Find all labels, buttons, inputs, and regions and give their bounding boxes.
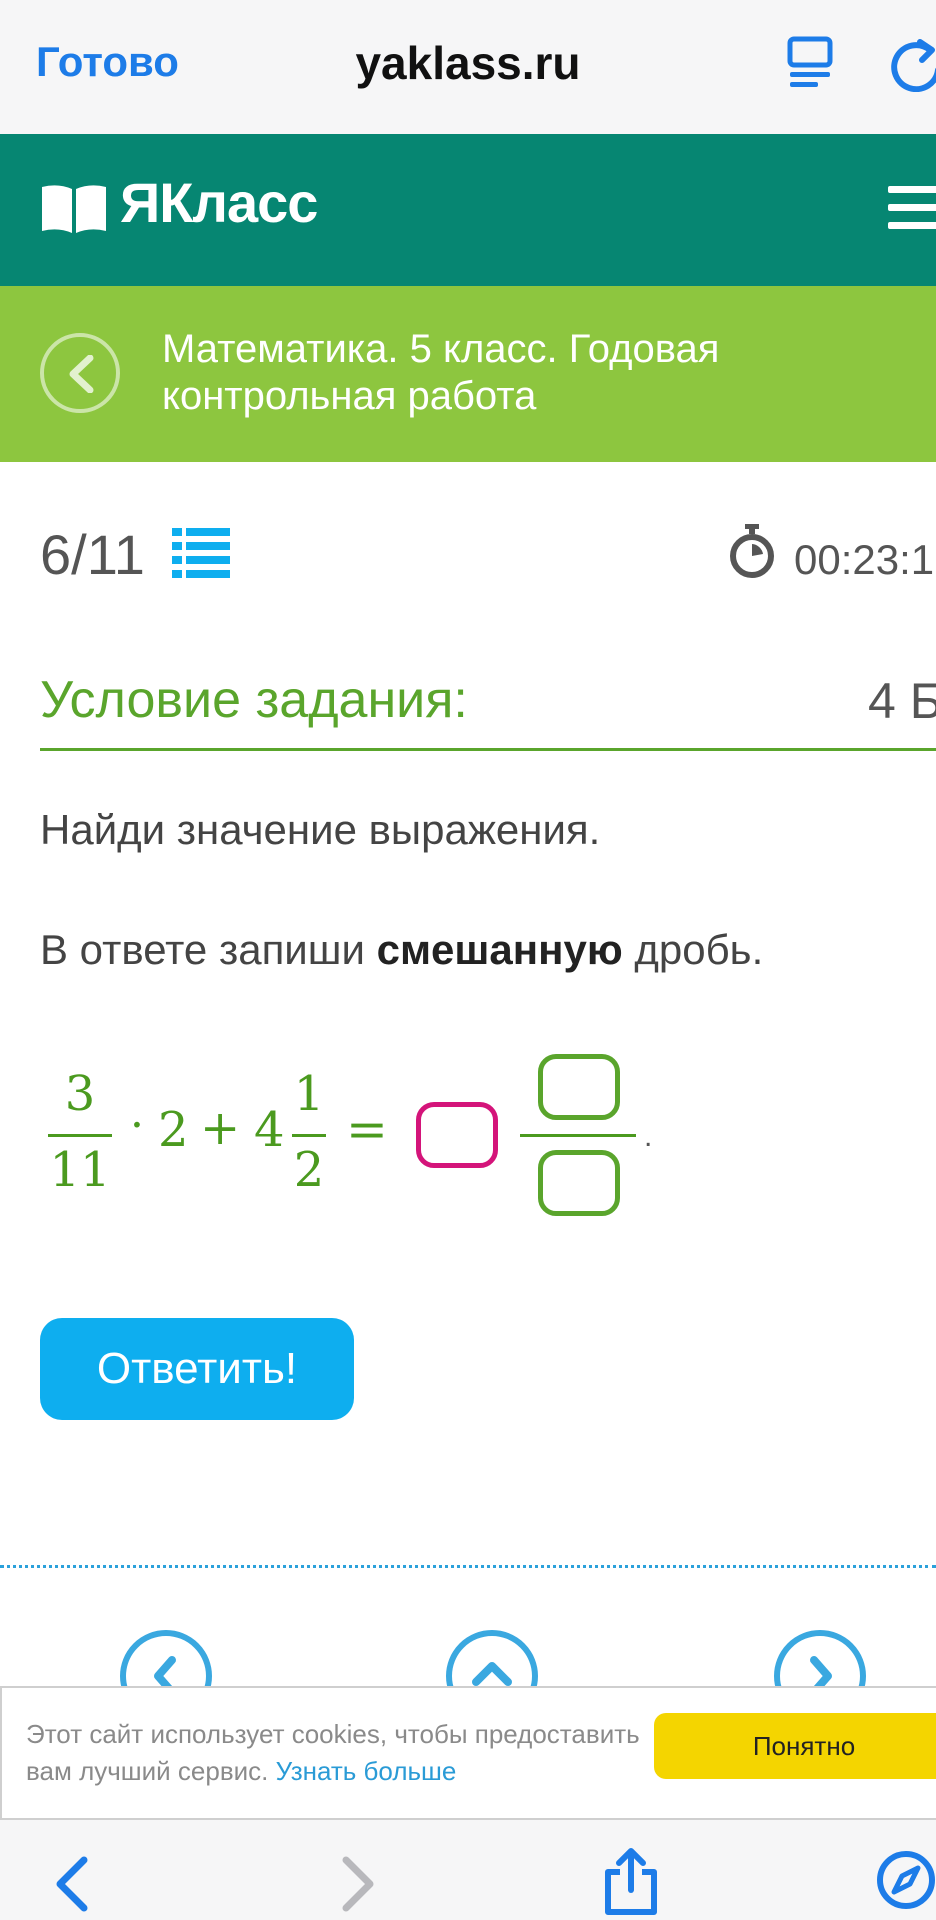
cookie-message: Этот сайт использует cookies, чтобы пред… (26, 1716, 646, 1790)
book-icon[interactable] (40, 183, 108, 235)
task-points: 4 Б (868, 673, 936, 729)
fraction1-bar (48, 1134, 112, 1137)
fraction2-denominator: 2 (293, 1142, 325, 1198)
plus-operator: + (200, 1100, 241, 1156)
chevron-right-icon[interactable] (338, 1856, 378, 1912)
expression-period: . (644, 1120, 653, 1153)
site-logo[interactable]: ЯКласс (120, 170, 318, 235)
list-icon[interactable] (172, 528, 230, 580)
answer-fraction-bar (520, 1134, 636, 1137)
fraction1-numerator: 3 (64, 1066, 96, 1122)
task-counter: 6/11 (40, 523, 145, 586)
fraction1-denominator: 11 (49, 1142, 111, 1198)
submit-answer-button[interactable]: Ответить! (40, 1318, 354, 1420)
share-icon[interactable] (602, 1846, 660, 1916)
hamburger-icon[interactable] (888, 186, 936, 230)
cookie-accept-button[interactable]: Понятно (654, 1713, 936, 1779)
answer-format-suffix: дробь. (622, 926, 764, 973)
answer-format-instruction: В ответе запиши смешанную дробь. (40, 926, 763, 974)
answer-format-prefix: В ответе запиши (40, 926, 377, 973)
heading-divider (40, 748, 936, 751)
equals-sign: = (346, 1100, 388, 1158)
answer-format-emphasis: смешанную (376, 926, 623, 973)
numerator-input[interactable] (538, 1054, 620, 1120)
fraction2-numerator: 1 (293, 1066, 325, 1122)
reload-icon[interactable] (886, 36, 936, 93)
chevron-left-icon[interactable] (40, 333, 120, 413)
denominator-input[interactable] (538, 1150, 620, 1216)
section-divider (0, 1565, 936, 1568)
fraction2-bar (292, 1134, 326, 1137)
chevron-left-icon[interactable] (52, 1856, 92, 1912)
stopwatch-icon (728, 524, 776, 580)
task-instruction: Найди значение выражения. (40, 806, 601, 853)
multiply-operator: · (130, 1100, 144, 1151)
timer-readout: 00:23:16 (794, 536, 936, 583)
course-title[interactable]: Математика. 5 класс. Годовая контрольная… (162, 326, 922, 420)
task-heading: Условие задания: (40, 671, 468, 729)
compass-icon[interactable] (876, 1850, 936, 1910)
whole-part-input[interactable] (416, 1102, 498, 1168)
browser-bottom-bar (0, 1820, 936, 1920)
cookie-learn-more-link[interactable]: Узнать больше (276, 1756, 457, 1786)
whole-part: 4 (254, 1102, 285, 1158)
multiplier: 2 (158, 1102, 189, 1158)
reader-icon[interactable] (786, 36, 836, 88)
